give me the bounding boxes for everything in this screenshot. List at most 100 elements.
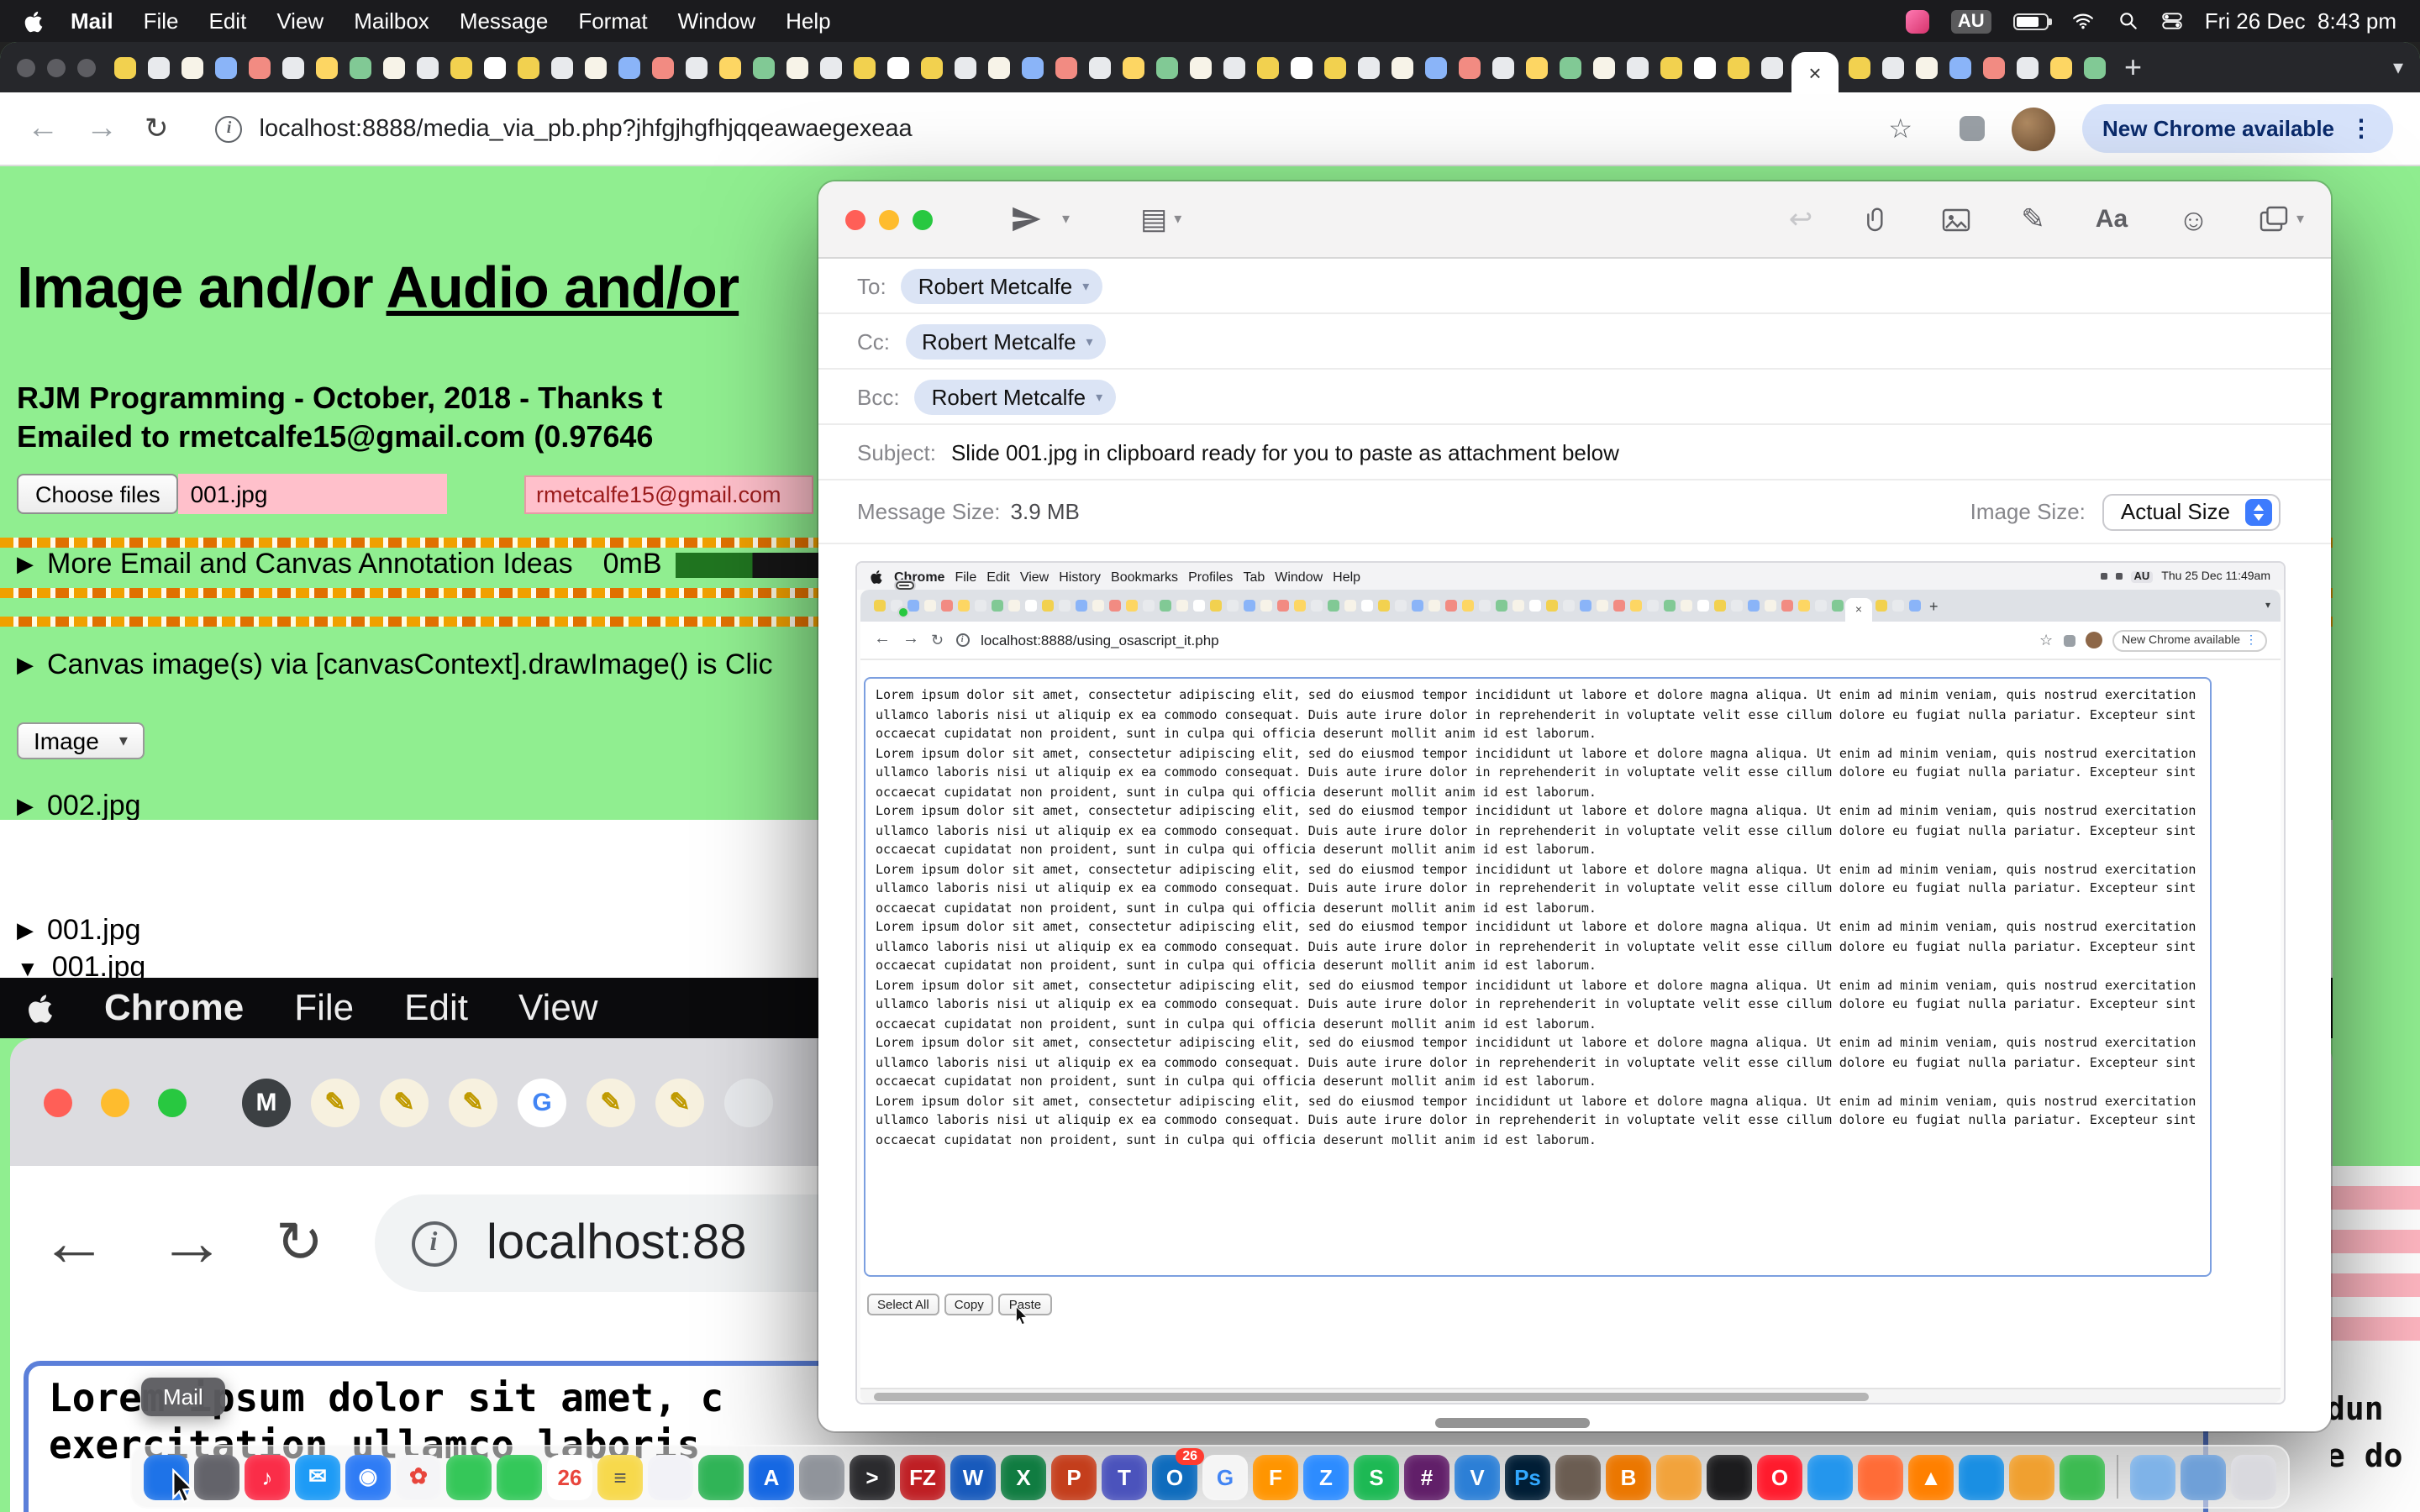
dock-icon-settings[interactable] (799, 1454, 844, 1499)
tab-favicon[interactable] (483, 56, 505, 78)
disclosure-triangle-icon[interactable]: ▶ (17, 551, 34, 578)
dock-icon-maps[interactable] (698, 1454, 744, 1499)
tab-favicon[interactable] (1660, 56, 1681, 78)
tab-favicon[interactable] (1559, 56, 1581, 78)
spotlight-search-icon[interactable] (2118, 10, 2139, 32)
tab-favicon[interactable] (281, 56, 303, 78)
photo-browser-icon[interactable]: ▾ (2260, 204, 2304, 234)
details-002[interactable]: ▶ 002.jpg (17, 790, 141, 823)
tab-favicon[interactable] (517, 56, 539, 78)
tab-favicon[interactable] (1727, 56, 1749, 78)
dock-icon-obs[interactable] (1707, 1454, 1752, 1499)
recipient-token[interactable]: Robert Metcalfe▾ (915, 379, 1117, 414)
tab-favicon[interactable] (786, 56, 808, 78)
tab-favicon[interactable] (113, 56, 135, 78)
tab-favicon[interactable] (584, 56, 606, 78)
back-button[interactable]: ← (27, 113, 59, 144)
dock-icon-keynote[interactable] (1959, 1454, 2004, 1499)
tab-favicon[interactable] (1256, 56, 1278, 78)
tab-favicon[interactable] (1848, 56, 1870, 78)
media-type-select[interactable]: Image ▾ (17, 722, 145, 759)
email-input[interactable]: rmetcalfe15@gmail.com (524, 475, 813, 514)
tab-favicon[interactable] (1491, 56, 1513, 78)
tab-favicon[interactable] (752, 56, 774, 78)
send-options-chevron-icon[interactable]: ▾ (1062, 210, 1070, 228)
zoom-window-button[interactable] (913, 209, 933, 229)
details-more-email[interactable]: ▶ More Email and Canvas Annotation Ideas… (17, 548, 823, 581)
tab-favicon[interactable] (685, 56, 707, 78)
dock-icon-firefox[interactable]: F (1253, 1454, 1298, 1499)
address-bar[interactable]: i localhost:8888/media_via_pb.php?jhfgjh… (196, 102, 1933, 155)
mail-scrollbar-thumb[interactable] (1435, 1418, 1590, 1428)
details-canvas[interactable]: ▶ Canvas image(s) via [canvasContext].dr… (17, 648, 773, 682)
control-center-icon[interactable] (2161, 10, 2183, 32)
disclosure-triangle-icon[interactable]: ▶ (17, 652, 34, 679)
tab-favicon[interactable] (1189, 56, 1211, 78)
subject-field[interactable]: Subject: Slide 001.jpg in clipboard read… (818, 425, 2331, 480)
dock-icon-pages[interactable] (2009, 1454, 2054, 1499)
dock-icon-vlc[interactable]: ▲ (1908, 1454, 1954, 1499)
cc-field[interactable]: Cc: Robert Metcalfe▾ (818, 314, 2331, 370)
dock-icon-launchpad[interactable] (194, 1454, 239, 1499)
tab-favicon[interactable] (1391, 56, 1413, 78)
dock-icon-app-store[interactable]: A (749, 1454, 794, 1499)
apple-menu-icon[interactable] (24, 9, 44, 33)
emoji-icon[interactable]: ☺ (2178, 204, 2209, 234)
chevron-down-icon[interactable]: ▾ (1082, 278, 1089, 293)
dock-icon-downloads-folder[interactable] (2130, 1454, 2175, 1499)
menu-item[interactable]: Mail (71, 8, 113, 34)
header-fields-button[interactable]: ▤▾ (1140, 202, 1181, 236)
window-zoom-icon[interactable] (77, 58, 96, 76)
dock-icon-numbers[interactable] (2060, 1454, 2105, 1499)
to-field[interactable]: To: Robert Metcalfe▾ (818, 259, 2331, 314)
format-icon[interactable]: Aa (2096, 207, 2128, 232)
dock-icon-safari[interactable]: ◉ (345, 1454, 391, 1499)
menu-item[interactable]: Window (678, 8, 756, 34)
tab-favicon[interactable] (450, 56, 471, 78)
tab-favicon[interactable] (954, 56, 976, 78)
active-tab[interactable]: × (1791, 52, 1839, 92)
dock-icon-word[interactable]: W (950, 1454, 996, 1499)
attach-icon[interactable] (1863, 206, 1890, 233)
dock-icon-blender[interactable]: B (1606, 1454, 1651, 1499)
tab-favicon[interactable] (1290, 56, 1312, 78)
chrome-update-button[interactable]: New Chrome available ⋮ (2082, 104, 2393, 153)
menu-item[interactable]: Message (460, 8, 549, 34)
disclosure-triangle-icon[interactable]: ▶ (17, 917, 34, 944)
dock-icon-notes[interactable]: ≡ (597, 1454, 643, 1499)
tab-favicon[interactable] (1626, 56, 1648, 78)
attached-screenshot-image[interactable]: ChromeFileEditViewHistoryBookmarksProfil… (857, 563, 2284, 1403)
tab-favicon[interactable] (416, 56, 438, 78)
dock-icon-chrome[interactable]: G (1202, 1454, 1248, 1499)
browser-menu-icon[interactable]: ⋮ (2349, 114, 2373, 143)
message-body[interactable]: ChromeFileEditViewHistoryBookmarksProfil… (818, 544, 2331, 1431)
dock-icon-opera[interactable]: O (1757, 1454, 1802, 1499)
window-minimize-icon[interactable] (47, 58, 66, 76)
insert-photo-icon[interactable] (1940, 204, 1970, 234)
tab-favicon[interactable] (2016, 56, 2038, 78)
menu-item[interactable]: Mailbox (354, 8, 429, 34)
extensions-icon[interactable] (1960, 116, 1985, 141)
tab-favicon[interactable] (718, 56, 740, 78)
tab-favicon[interactable] (1592, 56, 1614, 78)
recipient-token[interactable]: Robert Metcalfe▾ (905, 323, 1107, 359)
dock-icon-facetime[interactable] (497, 1454, 542, 1499)
dock-icon-music[interactable]: ♪ (245, 1454, 290, 1499)
tab-favicon[interactable] (214, 56, 236, 78)
tab-favicon[interactable] (987, 56, 1009, 78)
menu-item[interactable]: Edit (209, 8, 247, 34)
reload-button[interactable]: ↻ (145, 114, 169, 143)
menu-extra-icon[interactable] (1906, 9, 1929, 33)
tab-favicon[interactable] (1122, 56, 1144, 78)
tab-favicon[interactable] (1693, 56, 1715, 78)
menu-item[interactable]: Format (578, 8, 647, 34)
file-input-value[interactable]: 001.jpg (179, 474, 448, 514)
dock-icon-reminders[interactable] (648, 1454, 693, 1499)
close-window-button[interactable] (845, 209, 865, 229)
profile-avatar[interactable] (2012, 107, 2055, 150)
tab-favicon[interactable] (1881, 56, 1903, 78)
tab-favicon[interactable] (819, 56, 841, 78)
disclosure-triangle-icon[interactable]: ▶ (17, 793, 34, 820)
tab-favicon[interactable] (1021, 56, 1043, 78)
dock-icon-gimp[interactable] (1555, 1454, 1601, 1499)
